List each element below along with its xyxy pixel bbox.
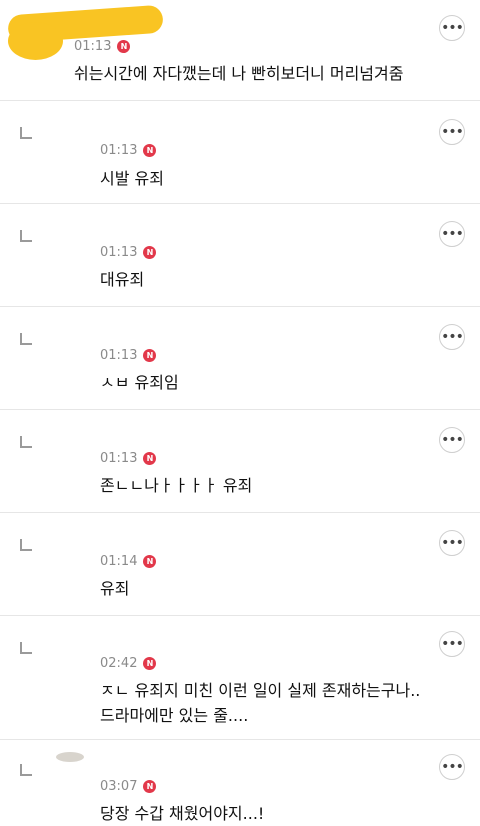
new-badge-icon: N — [117, 40, 131, 53]
redacted-avatar — [8, 22, 63, 60]
comment-text: ㅈㄴ 유죄지 미친 이런 일이 실제 존재하는구나.. 드라마에만 있는 줄..… — [100, 681, 421, 725]
more-options-button[interactable]: ••• — [439, 631, 465, 657]
more-options-button[interactable]: ••• — [439, 221, 465, 247]
comment-meta: 02:42 N — [100, 656, 157, 671]
new-badge-icon: N — [143, 349, 157, 362]
comment-time: 01:14 — [100, 554, 138, 569]
new-badge-icon: N — [143, 555, 157, 568]
reply-arrow-icon — [20, 642, 32, 654]
new-badge-icon: N — [143, 780, 157, 793]
comment-text: 당장 수갑 채웠어야지...! — [100, 804, 265, 823]
reply-item: 01:13 N ㅅㅂ 유죄임 ••• — [0, 307, 480, 410]
reply-arrow-icon — [20, 333, 32, 345]
new-badge-icon: N — [143, 452, 157, 465]
reply-item: 01:13 N 존ㄴㄴ나ㅏㅏㅏㅏ 유죄 ••• — [0, 410, 480, 513]
more-options-button[interactable]: ••• — [439, 119, 465, 145]
comment-time: 03:07 — [100, 779, 138, 794]
comment-meta: 01:13 N — [100, 348, 157, 363]
comment-time: 01:13 — [100, 143, 138, 158]
more-options-button[interactable]: ••• — [439, 427, 465, 453]
avatar — [56, 752, 84, 762]
comment-text: 유죄 — [100, 579, 130, 598]
reply-item: 01:13 N 대유죄 ••• — [0, 204, 480, 307]
comment-text: 대유죄 — [100, 270, 145, 289]
comment-time: 01:13 — [100, 348, 138, 363]
comment-meta: 01:13 N — [100, 451, 157, 466]
comment-item: 01:13 N 쉬는시간에 자다깼는데 나 빤히보더니 머리넘겨줌 ••• — [0, 0, 480, 101]
comment-time: 01:13 — [100, 245, 138, 260]
new-badge-icon: N — [143, 144, 157, 157]
reply-item: 03:07 N 당장 수갑 채웠어야지...! ••• — [0, 740, 480, 824]
more-options-button[interactable]: ••• — [439, 530, 465, 556]
comment-meta: 01:13 N — [100, 245, 157, 260]
comment-meta: 01:13 N — [74, 39, 131, 54]
more-options-button[interactable]: ••• — [439, 754, 465, 780]
comment-meta: 01:14 N — [100, 554, 157, 569]
reply-item: 01:14 N 유죄 ••• — [0, 513, 480, 616]
more-options-button[interactable]: ••• — [439, 324, 465, 350]
reply-arrow-icon — [20, 127, 32, 139]
reply-arrow-icon — [20, 436, 32, 448]
comment-text: 존ㄴㄴ나ㅏㅏㅏㅏ 유죄 — [100, 476, 253, 495]
comment-text: 시발 유죄 — [100, 169, 164, 188]
reply-arrow-icon — [20, 539, 32, 551]
reply-arrow-icon — [20, 764, 32, 776]
comment-time: 01:13 — [74, 39, 112, 54]
new-badge-icon: N — [143, 246, 157, 259]
more-options-button[interactable]: ••• — [439, 15, 465, 41]
reply-item: 01:13 N 시발 유죄 ••• — [0, 101, 480, 204]
comment-meta: 03:07 N — [100, 779, 157, 794]
reply-arrow-icon — [20, 230, 32, 242]
comment-meta: 01:13 N — [100, 143, 157, 158]
comment-time: 02:42 — [100, 656, 138, 671]
reply-item: 02:42 N ㅈㄴ 유죄지 미친 이런 일이 실제 존재하는구나.. 드라마에… — [0, 616, 480, 740]
new-badge-icon: N — [143, 657, 157, 670]
comment-text: ㅅㅂ 유죄임 — [100, 373, 179, 392]
comment-text: 쉬는시간에 자다깼는데 나 빤히보더니 머리넘겨줌 — [74, 64, 404, 83]
comment-time: 01:13 — [100, 451, 138, 466]
